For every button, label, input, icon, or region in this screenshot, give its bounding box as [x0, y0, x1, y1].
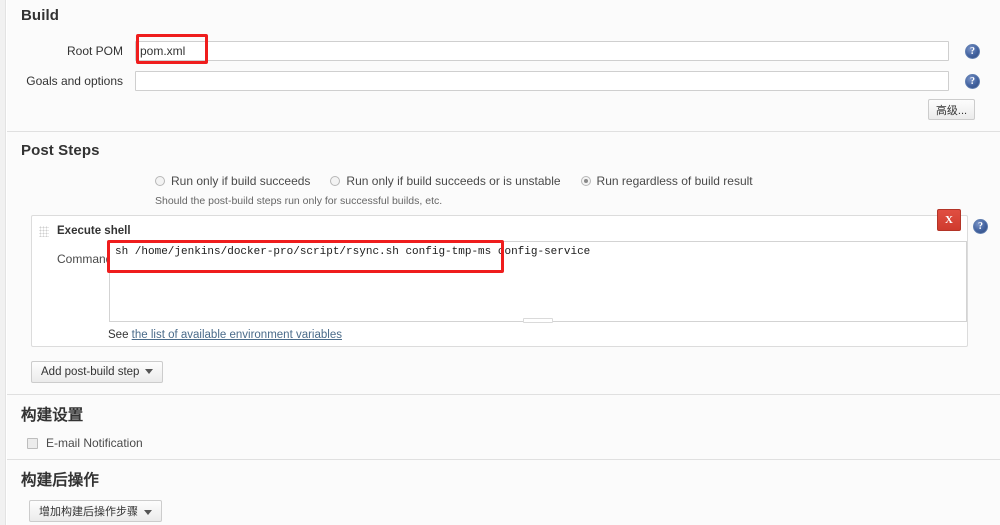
section-title-build-settings: 构建设置 — [21, 407, 84, 424]
chevron-down-icon-2 — [144, 509, 152, 515]
jenkins-job-config-page: Build Root POM ? Goals and options ? 高级.… — [0, 0, 1000, 525]
page-left-gutter — [0, 0, 6, 525]
radio-run-if-succeeds-or-unstable[interactable] — [330, 176, 341, 186]
section-title-post-build-actions: 构建后操作 — [21, 472, 100, 489]
env-vars-help-line: See the list of available environment va… — [108, 329, 342, 341]
help-icon-execute-shell[interactable]: ? — [973, 219, 988, 234]
execute-shell-title: Execute shell — [57, 225, 131, 237]
delete-step-button[interactable]: X — [937, 209, 961, 231]
email-notification-checkbox[interactable] — [27, 437, 38, 449]
command-label: Command — [57, 252, 113, 266]
post-steps-hint: Should the post-build steps run only for… — [155, 195, 443, 207]
page-content: Build Root POM ? Goals and options ? 高级.… — [7, 0, 1000, 525]
add-post-build-step-button[interactable]: Add post-build step — [31, 361, 164, 383]
help-icon-root-pom[interactable]: ? — [965, 43, 980, 59]
goals-options-input[interactable] — [135, 71, 949, 91]
radio-run-regardless[interactable] — [580, 176, 591, 186]
root-pom-input[interactable] — [135, 41, 949, 61]
radio-label-run-if-succeeds-or-unstable[interactable]: Run only if build succeeds or is unstabl… — [346, 174, 560, 188]
shell-command-textarea[interactable] — [109, 241, 967, 322]
divider-buildsettings-postbuild — [7, 459, 1000, 460]
section-title-post-steps: Post Steps — [21, 142, 100, 159]
env-vars-see-prefix: See — [108, 329, 132, 341]
execute-shell-header: Execute shell — [32, 222, 967, 240]
form-row-root-pom: Root POM ? — [7, 41, 982, 61]
drag-handle-icon[interactable] — [39, 225, 49, 237]
textarea-resize-handle[interactable] — [523, 318, 553, 323]
help-icon-goals-options[interactable]: ? — [965, 73, 980, 89]
add-post-build-action-label: 增加构建后操作步骤 — [39, 506, 138, 518]
divider-build-poststeps — [7, 131, 1000, 132]
goals-options-label: Goals and options — [26, 74, 123, 88]
post-step-trigger-radio-group: Run only if build succeeds Run only if b… — [155, 174, 767, 188]
radio-label-run-regardless[interactable]: Run regardless of build result — [597, 174, 753, 188]
add-post-build-step-label: Add post-build step — [41, 366, 140, 378]
email-notification-row[interactable]: E-mail Notification — [27, 436, 143, 450]
email-notification-label: E-mail Notification — [46, 436, 143, 450]
radio-run-only-if-succeeds[interactable] — [155, 176, 165, 186]
form-row-goals-options: Goals and options ? — [7, 71, 982, 91]
advanced-button[interactable]: 高级... — [928, 99, 975, 120]
section-title-build: Build — [21, 7, 59, 24]
divider-poststeps-buildsettings — [7, 394, 1000, 395]
chevron-down-icon — [145, 369, 154, 375]
env-vars-link[interactable]: the list of available environment variab… — [132, 329, 342, 341]
radio-label-run-only-if-succeeds[interactable]: Run only if build succeeds — [171, 174, 310, 188]
add-post-build-action-button[interactable]: 增加构建后操作步骤 — [29, 500, 162, 522]
root-pom-label: Root POM — [66, 44, 123, 58]
